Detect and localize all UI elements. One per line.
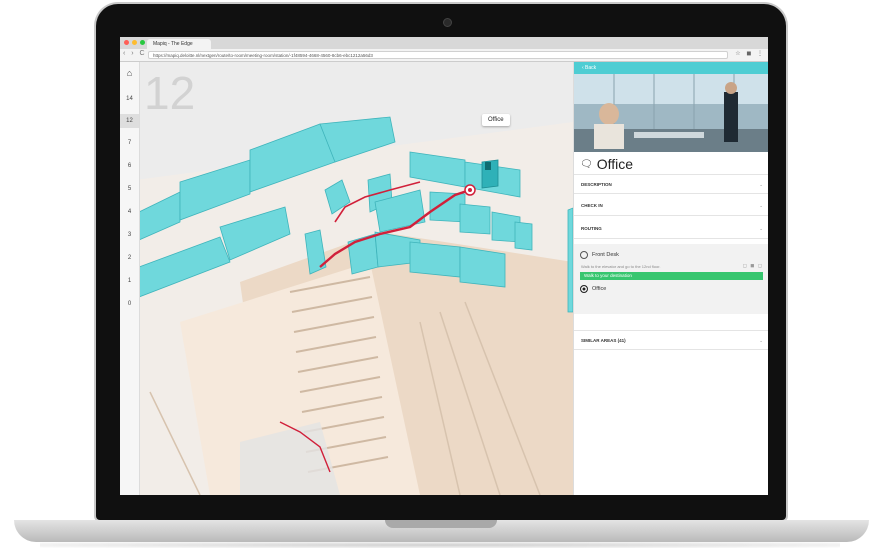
transport-mode-icons[interactable]: ◻ ◼ ◻ <box>743 263 763 269</box>
route-instruction: Walk to the elevator and go to the 12nd … <box>581 264 661 269</box>
route-origin-label: Front Desk <box>592 252 619 258</box>
current-floor-number: 12 <box>144 67 196 119</box>
close-window-button[interactable] <box>124 40 129 45</box>
floor-button-6[interactable]: 6 <box>120 163 139 169</box>
floor-selector: ⌂ 14 12 7 6 5 4 3 2 1 0 <box>120 62 140 495</box>
floor-button-12[interactable]: 12 <box>120 114 139 128</box>
url-field[interactable]: https://mapiq.deloitte.nl/nextgen/route/… <box>148 51 728 59</box>
address-bar-row: ‹ › C https://mapiq.deloitte.nl/nextgen/… <box>120 49 768 62</box>
laptop-screen: Mapiq - The Edge ‹ › C https://mapiq.del… <box>120 37 768 495</box>
floor-map[interactable]: ⌂ 14 12 7 6 5 4 3 2 1 0 12 Office <box>120 62 573 495</box>
floor-button-7[interactable]: 7 <box>120 140 139 146</box>
description-label: DESCRIPTION <box>581 182 612 187</box>
route-step-banner: Walk to your destination <box>580 272 763 280</box>
chevron-down-icon: ⌄ <box>759 338 763 343</box>
check-in-section[interactable]: CHECK IN ⌄ <box>574 196 768 216</box>
navigation-icons[interactable]: ‹ › C <box>123 50 147 57</box>
floor-button-4[interactable]: 4 <box>120 209 139 215</box>
room-tooltip[interactable]: Office <box>482 114 510 126</box>
route-destination[interactable]: Office <box>580 285 606 293</box>
destination-target-icon <box>580 285 588 293</box>
room-photo <box>574 74 768 152</box>
room-icon: 🗨 <box>580 158 593 170</box>
route-destination-label: Office <box>592 286 607 292</box>
check-in-label: CHECK IN <box>581 203 603 208</box>
browser-tab[interactable]: Mapiq - The Edge <box>147 39 211 49</box>
floor-button-14[interactable]: 14 <box>120 96 139 102</box>
window-controls <box>124 40 145 45</box>
floor-button-5[interactable]: 5 <box>120 186 139 192</box>
laptop-shadow <box>40 542 840 548</box>
similar-areas-section[interactable]: SIMILAR AREAS (41) ⌄ <box>574 330 768 350</box>
room-title: 🗨 Office <box>580 156 633 172</box>
browser-tool-icons[interactable]: ☆ ◼ ⋮ <box>735 50 765 57</box>
floor-button-2[interactable]: 2 <box>120 255 139 261</box>
room-details-panel: ‹ Back 🗨 Office DESCRIPTION ⌄ CHECK IN ⌄… <box>573 62 768 495</box>
description-section[interactable]: DESCRIPTION ⌄ <box>574 174 768 194</box>
minimize-window-button[interactable] <box>132 40 137 45</box>
back-button[interactable]: ‹ Back <box>574 62 768 74</box>
browser-tab-bar: Mapiq - The Edge <box>120 37 768 49</box>
laptop-notch <box>385 520 497 528</box>
maximize-window-button[interactable] <box>140 40 145 45</box>
route-origin[interactable]: Front Desk <box>580 251 619 259</box>
routing-label: ROUTING <box>581 226 602 231</box>
floor-button-1[interactable]: 1 <box>120 278 139 284</box>
webcam <box>443 18 452 27</box>
routing-section[interactable]: ROUTING ⌄ <box>574 219 768 239</box>
origin-circle-icon <box>580 251 588 259</box>
room-title-text: Office <box>596 156 634 172</box>
routing-details: Front Desk Walk to the elevator and go t… <box>574 244 768 314</box>
map-3d-render <box>120 116 573 495</box>
floor-button-0[interactable]: 0 <box>120 301 139 307</box>
office-photo-image <box>574 74 768 152</box>
floor-button-3[interactable]: 3 <box>120 232 139 238</box>
chevron-down-icon: ⌄ <box>759 203 763 208</box>
similar-areas-label: SIMILAR AREAS (41) <box>581 338 626 343</box>
chevron-down-icon: ⌄ <box>759 226 763 231</box>
chevron-down-icon: ⌄ <box>759 182 763 187</box>
home-icon[interactable]: ⌂ <box>120 68 139 78</box>
